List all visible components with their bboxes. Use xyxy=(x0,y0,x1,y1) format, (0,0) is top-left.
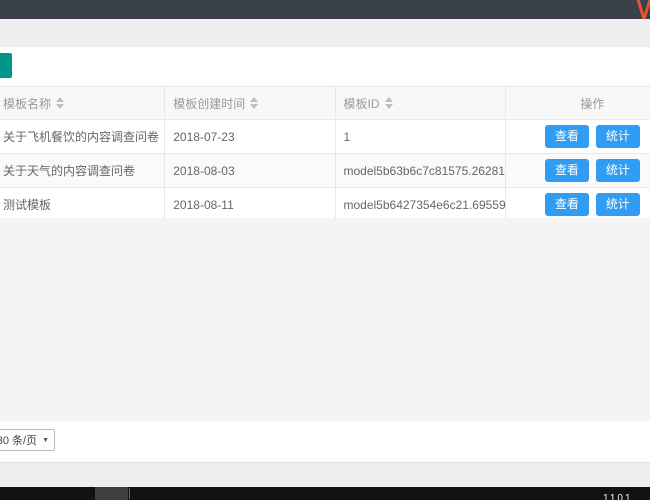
stats-button[interactable]: 统计 xyxy=(595,159,640,182)
sub-header-bar xyxy=(0,19,650,48)
table-header-row: 模板名称 模板创建时间 模板ID 操作 xyxy=(0,86,650,120)
sort-icon[interactable] xyxy=(56,97,65,109)
template-name-cell: 关于飞机餐饮的内容调查问卷 xyxy=(0,119,166,154)
template-created-cell: 2018-07-23 xyxy=(164,119,336,154)
new-template-button[interactable] xyxy=(0,53,12,78)
page: 模板名称 模板创建时间 模板ID 操作 关于飞机餐饮的内容调查问卷 2018-0… xyxy=(0,0,650,500)
column-label: 模板创建时间 xyxy=(173,96,246,111)
view-button[interactable]: 查看 xyxy=(544,125,589,148)
template-table: 模板名称 模板创建时间 模板ID 操作 关于飞机餐饮的内容调查问卷 2018-0… xyxy=(0,86,650,222)
sort-icon[interactable] xyxy=(250,97,259,109)
chevron-down-icon: ▼ xyxy=(42,436,49,444)
taskbar: 1101 xyxy=(0,487,650,500)
template-created-cell: 2018-08-11 xyxy=(164,187,336,222)
top-navbar xyxy=(0,0,650,19)
column-header-name[interactable]: 模板名称 xyxy=(0,86,166,120)
view-button[interactable]: 查看 xyxy=(544,193,589,216)
content-background xyxy=(0,218,650,421)
template-id-cell: model5b6427354e6c21.69559642 xyxy=(334,187,506,222)
column-label: 模板名称 xyxy=(3,96,52,111)
stats-button[interactable]: 统计 xyxy=(595,193,640,216)
page-size-value: 30 条/页 xyxy=(0,435,38,447)
table-row: 关于天气的内容调查问卷 2018-08-03 model5b63b6c7c815… xyxy=(0,153,650,188)
template-name-cell: 测试模板 xyxy=(0,187,166,222)
column-header-actions: 操作 xyxy=(504,86,650,120)
column-header-id[interactable]: 模板ID xyxy=(334,86,506,120)
table-row: 关于飞机餐饮的内容调查问卷 2018-07-23 1 查看 统计 xyxy=(0,119,650,154)
stats-button[interactable]: 统计 xyxy=(595,125,640,148)
main-content: 模板名称 模板创建时间 模板ID 操作 关于飞机餐饮的内容调查问卷 2018-0… xyxy=(0,47,650,462)
column-label: 模板ID xyxy=(343,96,380,111)
template-name-cell: 关于天气的内容调查问卷 xyxy=(0,153,166,188)
taskbar-divider xyxy=(129,488,130,499)
brand-logo-icon xyxy=(631,0,650,19)
template-id-cell: 1 xyxy=(334,119,506,154)
table-row: 测试模板 2018-08-11 model5b6427354e6c21.6955… xyxy=(0,187,650,222)
page-size-select[interactable]: 30 条/页 ▼ xyxy=(0,429,55,451)
template-id-cell: model5b63b6c7c81575.26281622 xyxy=(334,153,506,188)
template-created-cell: 2018-08-03 xyxy=(164,153,336,188)
column-label: 操作 xyxy=(580,96,605,111)
view-button[interactable]: 查看 xyxy=(544,159,589,182)
column-header-created[interactable]: 模板创建时间 xyxy=(164,86,336,120)
taskbar-clock: 1101 xyxy=(603,493,633,500)
sort-icon[interactable] xyxy=(384,97,393,109)
footer-band xyxy=(0,462,650,488)
taskbar-item[interactable] xyxy=(95,487,128,500)
